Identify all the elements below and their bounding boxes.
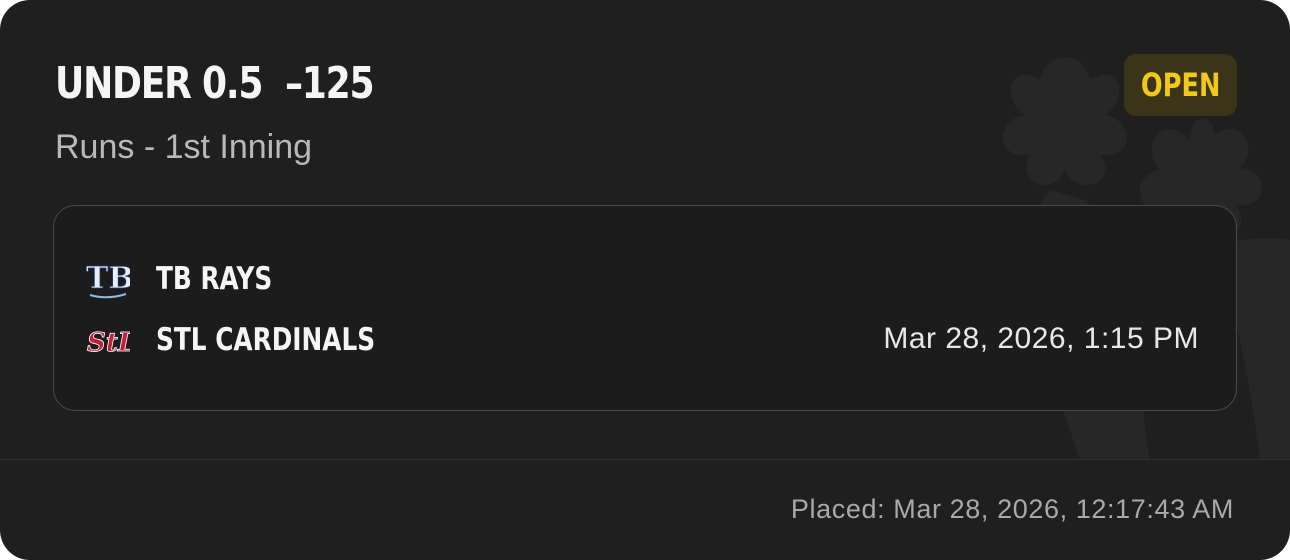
home-team-name: STL CARDINALS (156, 322, 376, 358)
bet-card[interactable]: UNDER 0.5 –125 Runs - 1st Inning OPEN TB… (0, 0, 1290, 560)
status-badge: OPEN (1124, 54, 1237, 116)
tb-rays-logo-icon: TB (84, 256, 130, 302)
bet-market-label: Runs - 1st Inning (55, 128, 313, 166)
game-start-time: Mar 28, 2026, 1:15 PM (883, 322, 1199, 355)
placed-timestamp: Placed: Mar 28, 2026, 12:17:43 AM (790, 494, 1234, 524)
away-team-name: TB RAYS (156, 261, 273, 297)
svg-text:StL: StL (87, 328, 130, 358)
matchup-box[interactable]: TB TB RAYS StL STL CARDINALS Mar 28, 202… (53, 205, 1237, 411)
svg-text:TB: TB (86, 261, 130, 296)
stl-cardinals-logo-icon: StL (84, 317, 130, 363)
team-row-away: TB TB RAYS (84, 254, 301, 304)
status-badge-label: OPEN (1140, 66, 1221, 104)
footer-divider (0, 459, 1290, 460)
team-row-home: StL STL CARDINALS (84, 315, 430, 365)
bet-selection-title: UNDER 0.5 –125 (55, 58, 375, 109)
